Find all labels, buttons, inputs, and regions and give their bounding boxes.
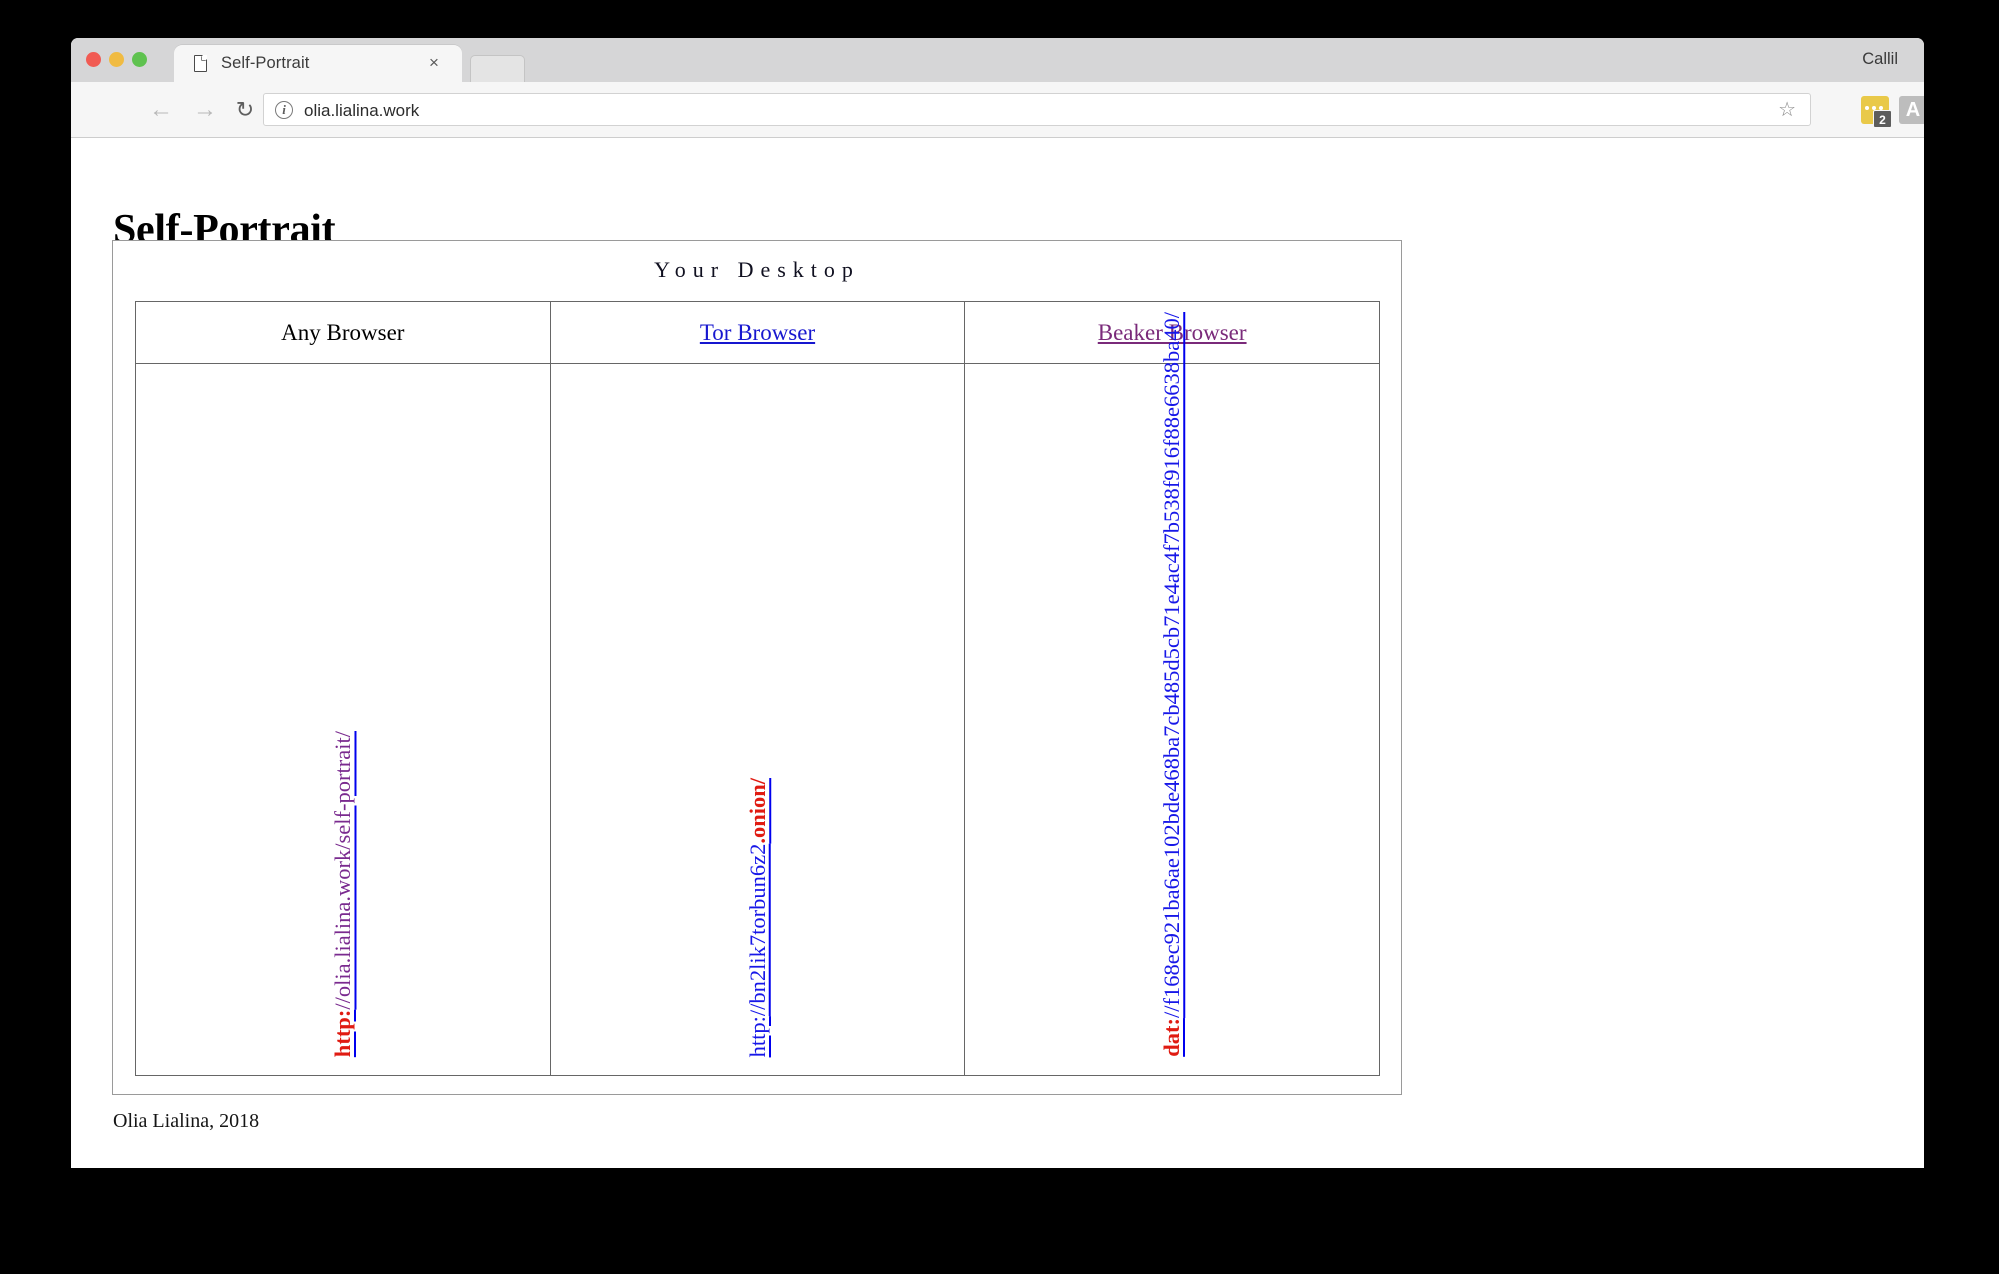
cell-any-browser: http://olia.lialina.work/self-portrait/ — [135, 363, 551, 1076]
column-header-tor-browser: Tor Browser — [549, 301, 966, 364]
vertical-url-wrap: dat://f168ec921ba6ae102bde468ba7cb485d5c… — [965, 312, 1379, 1057]
url-link-onion[interactable]: http://bn2lik7torbun6z2.onion/ — [744, 777, 770, 1057]
url-rest: //olia.lialina.work/self-portrait/ — [330, 730, 356, 1010]
reload-icon[interactable]: ↻ — [231, 96, 259, 124]
tab-self-portrait[interactable]: Self-Portrait × — [174, 45, 462, 82]
column-header-label: Any Browser — [281, 319, 405, 345]
close-window-button[interactable] — [86, 52, 101, 67]
browser-window: Self-Portrait × Callil ← → ↻ i olia.lial… — [71, 38, 1924, 1168]
address-bar-url[interactable]: olia.lialina.work — [304, 99, 419, 122]
notes-extension-icon[interactable]: 2 — [1861, 96, 1892, 128]
desktop-fieldset: Your Desktop Any Browser Tor Browser Bea… — [112, 240, 1402, 1095]
document-icon — [194, 55, 207, 72]
page-content: Self-Portrait Your Desktop Any Browser T… — [71, 138, 1924, 1168]
maximize-window-button[interactable] — [132, 52, 147, 67]
table-body-row: http://olia.lialina.work/self-portrait/ … — [135, 312, 1380, 1076]
table-header-row: Any Browser Tor Browser Beaker Browser — [135, 301, 1380, 364]
browser-toolbar: ← → ↻ i olia.lialina.work ☆ 2 A a — [71, 82, 1924, 138]
forward-icon[interactable]: → — [191, 96, 219, 124]
back-icon[interactable]: ← — [147, 96, 175, 124]
url-rest: //f168ec921ba6ae102bde468ba7cb485d5cb71e… — [1159, 312, 1185, 1019]
extension-badge-count: 2 — [1873, 110, 1892, 128]
url-scheme: http: — [744, 1015, 770, 1057]
new-tab-button[interactable] — [470, 55, 525, 82]
cell-beaker-browser: dat://f168ec921ba6ae102bde468ba7cb485d5c… — [964, 312, 1380, 1076]
url-link-http-self-portrait[interactable]: http://olia.lialina.work/self-portrait/ — [330, 730, 356, 1057]
tab-strip: Self-Portrait × Callil — [71, 38, 1924, 82]
page-footer-credit: Olia Lialina, 2018 — [113, 1110, 260, 1132]
tor-browser-link[interactable]: Tor Browser — [700, 320, 815, 345]
window-controls — [86, 52, 147, 67]
url-emphasis: .onion/ — [744, 777, 770, 844]
profile-name[interactable]: Callil — [1862, 50, 1898, 69]
vertical-url-wrap: http://olia.lialina.work/self-portrait/ — [136, 377, 550, 1057]
fieldset-legend: Your Desktop — [654, 257, 860, 282]
font-extension-icon[interactable]: A — [1899, 96, 1924, 124]
url-link-dat[interactable]: dat://f168ec921ba6ae102bde468ba7cb485d5c… — [1159, 312, 1185, 1057]
minimize-window-button[interactable] — [109, 52, 124, 67]
url-rest: //bn2lik7torbun6z2 — [744, 843, 770, 1016]
column-header-any-browser: Any Browser — [135, 301, 551, 364]
url-scheme: dat: — [1159, 1018, 1185, 1057]
info-icon[interactable]: i — [275, 101, 293, 119]
address-bar[interactable]: i olia.lialina.work ☆ — [263, 93, 1811, 126]
url-scheme: http: — [330, 1009, 356, 1057]
tab-title: Self-Portrait — [221, 54, 310, 72]
browser-comparison-table: Any Browser Tor Browser Beaker Browser h… — [135, 301, 1380, 1076]
vertical-url-wrap: http://bn2lik7torbun6z2.onion/ — [551, 377, 965, 1057]
cell-tor-browser: http://bn2lik7torbun6z2.onion/ — [549, 363, 966, 1076]
bookmark-star-icon[interactable]: ☆ — [1778, 99, 1796, 122]
close-icon[interactable]: × — [426, 54, 442, 71]
